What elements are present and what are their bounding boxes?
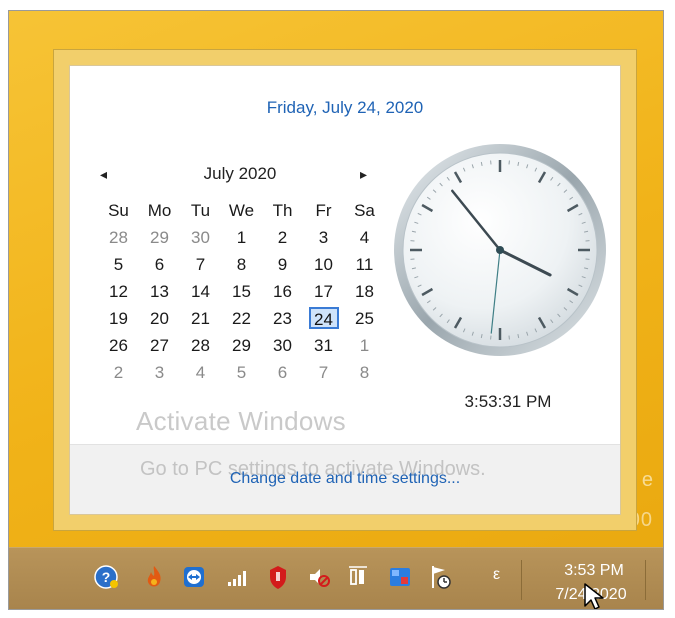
calendar-day[interactable]: 8 — [344, 359, 385, 386]
calendar-day[interactable]: 1 — [344, 332, 385, 359]
calendar-day[interactable]: 18 — [344, 278, 385, 305]
prev-month-button[interactable]: ◂ — [100, 166, 107, 183]
calendar-day[interactable]: 20 — [139, 305, 180, 332]
calendar-day[interactable]: 16 — [262, 278, 303, 305]
calendar-day[interactable]: 28 — [180, 332, 221, 359]
calendar-day[interactable]: 30 — [262, 332, 303, 359]
weekday-label: Sa — [354, 200, 375, 220]
calendar-grid: Su Mo Tu We Th Fr Sa 28 29 30 1 2 3 4 5 … — [98, 197, 385, 386]
calendar-day-today[interactable]: 24 — [303, 305, 344, 332]
help-icon[interactable]: ? — [93, 562, 119, 592]
change-date-time-settings-link[interactable]: Change date and time settings... — [70, 470, 620, 488]
calendar-day[interactable]: 30 — [180, 224, 221, 251]
svg-text:?: ? — [102, 569, 111, 585]
calendar-day[interactable]: 1 — [221, 224, 262, 251]
calendar-day[interactable]: 2 — [98, 359, 139, 386]
desktop: e Build 9600 Friday, July 24, 2020 ◂ Jul… — [8, 10, 664, 610]
tray-divider — [521, 560, 522, 600]
fire-icon[interactable] — [141, 562, 167, 592]
desktop-watermark-fragment: e — [641, 469, 653, 491]
calendar-day[interactable]: 17 — [303, 278, 344, 305]
calendar-day[interactable]: 29 — [139, 224, 180, 251]
flag-clock-icon[interactable] — [427, 562, 453, 592]
calendar-day[interactable]: 28 — [98, 224, 139, 251]
full-date-link[interactable]: Friday, July 24, 2020 — [70, 98, 620, 118]
weekday-label: Mo — [147, 200, 172, 220]
defender-icon[interactable] — [387, 562, 413, 592]
clock-flyout-frame: Friday, July 24, 2020 ◂ July 2020 ▸ Su M… — [53, 49, 637, 531]
calendar-week-row: 12 13 14 15 16 17 18 — [98, 278, 385, 305]
calendar-day[interactable]: 4 — [344, 224, 385, 251]
calendar-day[interactable]: 8 — [221, 251, 262, 278]
calendar-day[interactable]: 26 — [98, 332, 139, 359]
calendar-day[interactable]: 11 — [344, 251, 385, 278]
calendar-day[interactable]: 21 — [180, 305, 221, 332]
calendar-day[interactable]: 13 — [139, 278, 180, 305]
calendar-day[interactable]: 9 — [262, 251, 303, 278]
calendar-day[interactable]: 2 — [262, 224, 303, 251]
taskbar-time[interactable]: 3:53 PM — [549, 562, 639, 580]
show-desktop-divider[interactable] — [645, 560, 646, 600]
month-title[interactable]: July 2020 — [130, 164, 350, 184]
taskbar: ? ε 3:53 PM 7/24/2020 — [9, 547, 663, 609]
calendar-day[interactable]: 3 — [303, 224, 344, 251]
calendar-week-row: 5 6 7 8 9 10 11 — [98, 251, 385, 278]
input-language-indicator[interactable]: ε — [493, 566, 500, 584]
calendar-week-row: 19 20 21 22 23 24 25 — [98, 305, 385, 332]
network-icon[interactable] — [345, 562, 371, 592]
volume-muted-icon[interactable] — [305, 562, 331, 592]
calendar-week-row: 28 29 30 1 2 3 4 — [98, 224, 385, 251]
calendar-week-row: 2 3 4 5 6 7 8 — [98, 359, 385, 386]
calendar-day[interactable]: 5 — [221, 359, 262, 386]
weekday-header-row: Su Mo Tu We Th Fr Sa — [98, 197, 385, 224]
calendar-day[interactable]: 3 — [139, 359, 180, 386]
mouse-cursor-icon — [584, 583, 604, 609]
calendar-day[interactable]: 5 — [98, 251, 139, 278]
calendar-day[interactable]: 29 — [221, 332, 262, 359]
calendar-day[interactable]: 22 — [221, 305, 262, 332]
calendar-day[interactable]: 12 — [98, 278, 139, 305]
teamviewer-icon[interactable] — [181, 562, 207, 592]
calendar-day[interactable]: 10 — [303, 251, 344, 278]
calendar-day[interactable]: 7 — [180, 251, 221, 278]
weekday-label: Su — [108, 200, 129, 220]
weekday-label: We — [228, 200, 255, 220]
calendar-day[interactable]: 14 — [180, 278, 221, 305]
shield-icon[interactable] — [265, 562, 291, 592]
analog-clock — [394, 144, 606, 356]
next-month-button[interactable]: ▸ — [360, 166, 367, 183]
activate-windows-title: Activate Windows — [136, 406, 346, 436]
today-label: 24 — [308, 307, 339, 329]
weekday-label: Fr — [315, 200, 332, 220]
clock-pivot — [496, 246, 504, 254]
clock-flyout: Friday, July 24, 2020 ◂ July 2020 ▸ Su M… — [69, 65, 621, 515]
calendar-day[interactable]: 23 — [262, 305, 303, 332]
calendar-day[interactable]: 15 — [221, 278, 262, 305]
weekday-label: Th — [272, 200, 293, 220]
calendar-day[interactable]: 7 — [303, 359, 344, 386]
calendar-day[interactable]: 31 — [303, 332, 344, 359]
calendar-day[interactable]: 6 — [139, 251, 180, 278]
calendar-day[interactable]: 19 — [98, 305, 139, 332]
calendar-day[interactable]: 27 — [139, 332, 180, 359]
calendar-day[interactable]: 25 — [344, 305, 385, 332]
digital-clock-time: 3:53:31 PM — [464, 392, 552, 411]
calendar-week-row: 26 27 28 29 30 31 1 — [98, 332, 385, 359]
calendar-day[interactable]: 4 — [180, 359, 221, 386]
calendar-day[interactable]: 6 — [262, 359, 303, 386]
weekday-label: Tu — [190, 200, 211, 220]
signal-icon[interactable] — [225, 562, 251, 592]
